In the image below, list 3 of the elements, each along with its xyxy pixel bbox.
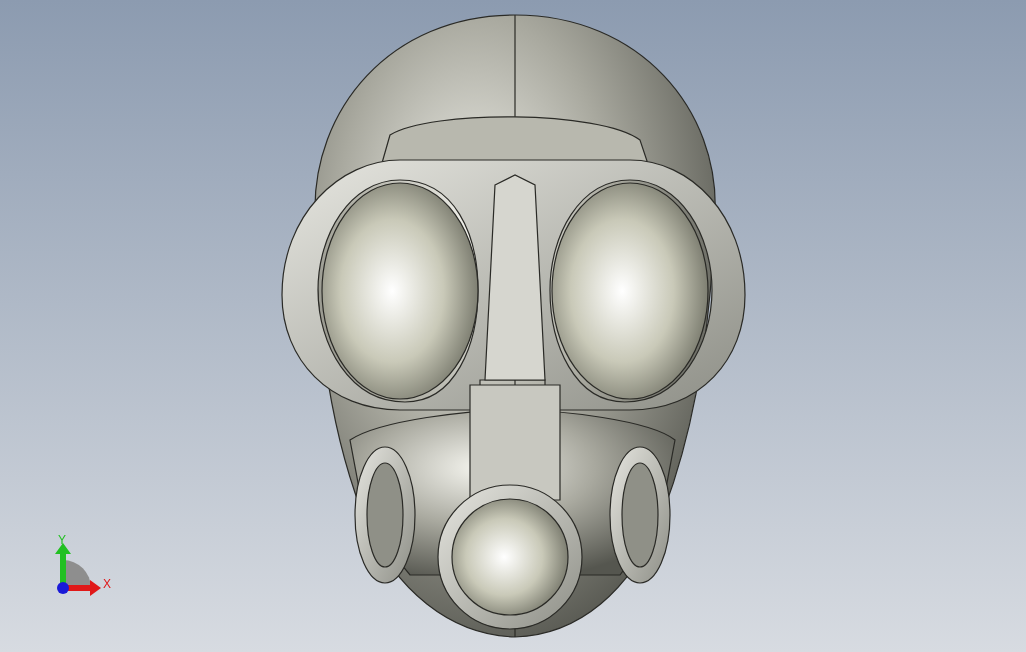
axis-label: Y (58, 533, 66, 547)
axis-triad-drawing (55, 543, 101, 596)
axis-label: X (103, 577, 111, 591)
